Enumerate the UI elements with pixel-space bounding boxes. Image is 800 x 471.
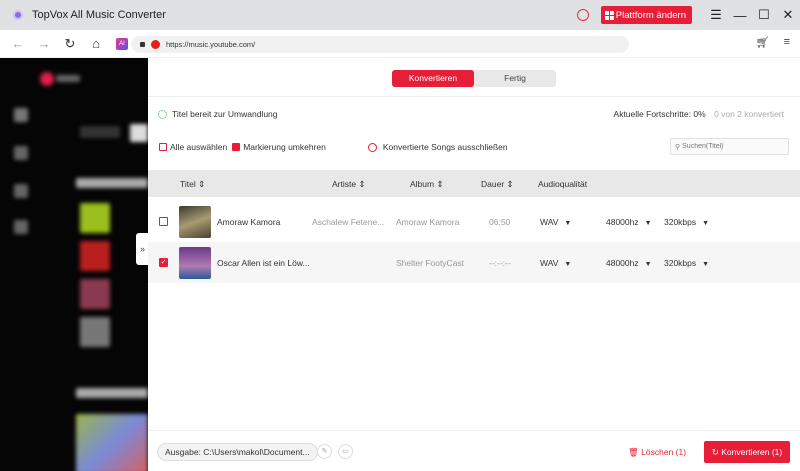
switch-platform-button[interactable]: Plattform ändern	[600, 6, 692, 24]
samplerate-select[interactable]: 48000hz ▼	[606, 258, 652, 268]
reload-icon[interactable]: ↻	[58, 36, 82, 52]
footer-bar: Ausgabe: C:\Users\makol\Document... ✎ ▭ …	[148, 430, 800, 471]
tab-fertig[interactable]: Fertig	[474, 70, 556, 87]
format-select[interactable]: WAV ▼	[540, 217, 571, 227]
column-album[interactable]: Album ⇕	[410, 179, 444, 190]
converter-panel: Konvertieren Fertig Titel bereit zur Umw…	[148, 58, 800, 471]
search-input[interactable]	[682, 143, 783, 150]
address-bar[interactable]: https://music.youtube.com/	[131, 36, 629, 53]
maximize-button[interactable]: ☐	[752, 7, 776, 23]
home-icon[interactable]: ⌂	[84, 36, 108, 51]
ai-icon[interactable]: AI	[116, 37, 128, 50]
song-artist: Aschalew Fetene...	[312, 217, 385, 227]
browser-toolbar: ← → ↻ ⌂ AI https://music.youtube.com/ 🛒︎…	[0, 30, 800, 58]
album-art	[179, 247, 211, 279]
bitrate-select[interactable]: 320kbps ▼	[664, 258, 709, 268]
youtube-icon	[151, 40, 160, 49]
playlist-icon[interactable]: ≡	[784, 36, 790, 49]
progress-info: Aktuelle Fortschritte: 0% 0 von 2 konver…	[614, 109, 784, 119]
close-button[interactable]: ✕	[776, 7, 800, 23]
exclude-converted-radio[interactable]	[367, 142, 377, 152]
title-bar: TopVox All Music Converter Plattform änd…	[0, 0, 800, 30]
output-path-field[interactable]: Ausgabe: C:\Users\makol\Document...	[157, 443, 318, 461]
cart-icon[interactable]: 🛒︎	[756, 36, 770, 49]
status-line: Titel bereit zur Umwandlung	[158, 109, 278, 119]
tab-bar: Konvertieren Fertig	[392, 70, 556, 87]
table-row[interactable]: Amoraw Kamora Aschalew Fetene... Amoraw …	[148, 201, 800, 242]
trash-icon: 🗑︎	[628, 447, 639, 457]
app-logo-icon	[13, 10, 23, 20]
app-title: TopVox All Music Converter	[32, 9, 166, 21]
converted-count: 0 von 2 konvertiert	[714, 109, 784, 119]
lock-icon	[140, 42, 145, 47]
song-duration: 06:50	[489, 217, 511, 227]
row-checkbox[interactable]	[159, 217, 168, 226]
format-select[interactable]: WAV ▼	[540, 258, 571, 268]
switch-platform-label: Plattform ändern	[615, 9, 686, 21]
convert-button[interactable]: ↻ Konvertieren (1)	[704, 441, 790, 463]
progress-label: Aktuelle Fortschritte:	[613, 109, 692, 119]
invert-selection-icon[interactable]	[232, 143, 241, 151]
samplerate-select[interactable]: 48000hz ▼	[606, 217, 652, 227]
blurred-music-background	[0, 58, 148, 471]
account-icon[interactable]	[576, 9, 589, 21]
forward-icon[interactable]: →	[32, 36, 56, 51]
song-album: Amoraw Kamora	[396, 217, 460, 227]
loading-icon	[158, 109, 167, 119]
column-quality: Audioqualität	[538, 179, 588, 189]
bitrate-select[interactable]: 320kbps ▼	[664, 217, 709, 227]
tab-konvertieren[interactable]: Konvertieren	[392, 70, 474, 87]
status-text: Titel bereit zur Umwandlung	[172, 109, 278, 119]
minimize-button[interactable]: —	[728, 8, 752, 23]
song-duration: --:--:--	[489, 258, 511, 268]
menu-icon[interactable]: ☰	[704, 7, 728, 23]
search-icon: ⚲	[675, 143, 681, 151]
exclude-converted-label[interactable]: Konvertierte Songs ausschließen	[383, 142, 508, 152]
delete-button[interactable]: 🗑︎ Löschen (1)	[628, 447, 686, 458]
song-title: Oscar Allen ist ein Löw...	[217, 258, 310, 268]
convert-icon: ↻	[711, 447, 719, 457]
invert-selection-button[interactable]: Markierung umkehren	[243, 142, 326, 152]
table-header: Titel ⇕ Artiste ⇕ Album ⇕ Dauer ⇕ Audioq…	[148, 170, 800, 197]
url-text: https://music.youtube.com/	[166, 40, 256, 49]
select-all-button[interactable]: Alle auswählen	[170, 142, 227, 152]
column-duration[interactable]: Dauer ⇕	[481, 179, 514, 190]
search-box[interactable]: ⚲	[670, 138, 789, 155]
table-row[interactable]: ✓ Oscar Allen ist ein Löw... Shelter Foo…	[148, 242, 800, 283]
column-title[interactable]: Titel ⇕	[180, 179, 205, 190]
select-all-icon[interactable]	[159, 143, 167, 151]
back-icon[interactable]: ←	[6, 36, 30, 51]
open-folder-icon[interactable]: ▭	[338, 444, 353, 459]
song-album: Shelter FootyCast	[396, 258, 465, 268]
edit-path-icon[interactable]: ✎	[317, 444, 332, 459]
album-art	[179, 206, 211, 238]
song-title: Amoraw Kamora	[217, 217, 281, 227]
progress-value: 0%	[693, 109, 706, 119]
grid-icon	[604, 10, 614, 20]
row-checkbox-checked[interactable]: ✓	[159, 258, 168, 267]
column-artist[interactable]: Artiste ⇕	[332, 179, 366, 190]
divider	[148, 96, 800, 97]
